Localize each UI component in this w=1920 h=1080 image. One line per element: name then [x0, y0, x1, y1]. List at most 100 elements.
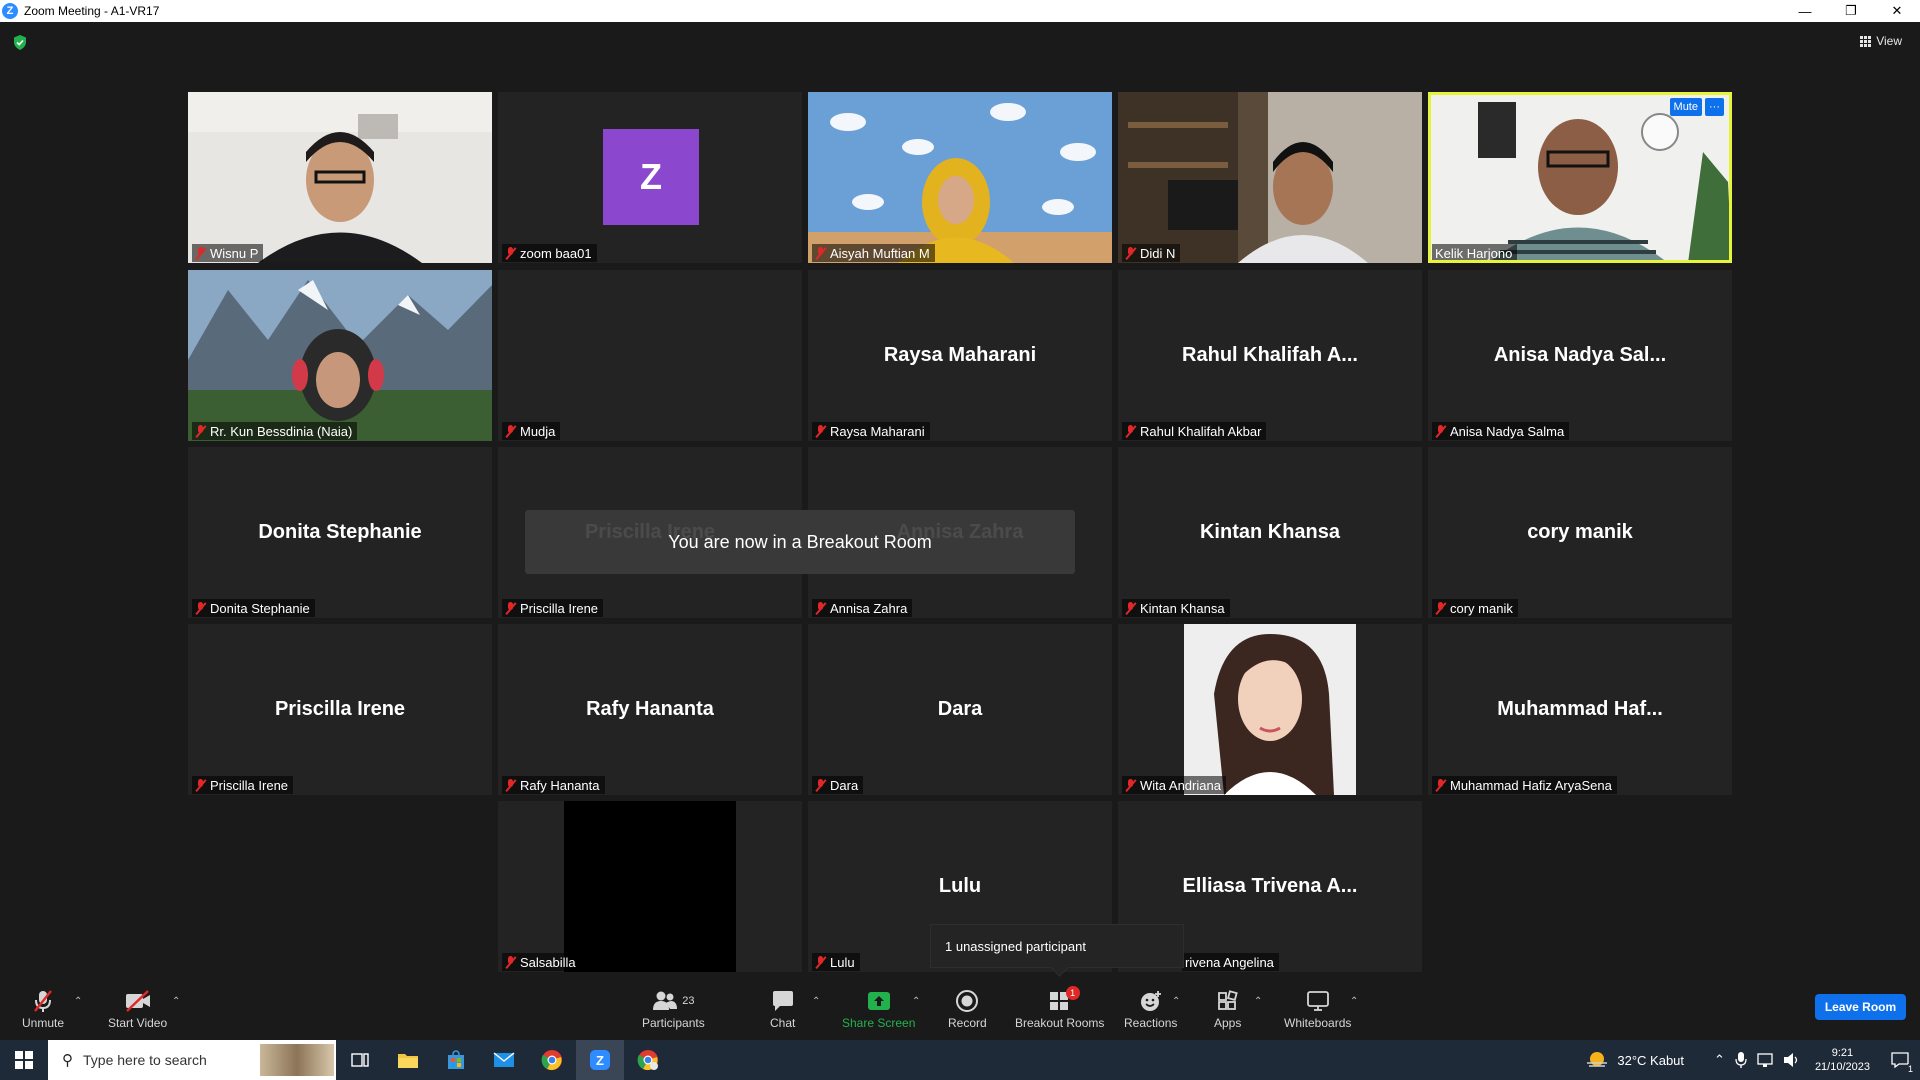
mic-muted-icon	[195, 601, 206, 615]
microsoft-store-icon[interactable]	[432, 1040, 480, 1080]
video-options-caret-icon[interactable]: ⌃	[172, 996, 180, 1007]
participant-tile[interactable]: Donita Stephanie Donita Stephanie	[188, 447, 492, 618]
breakout-room-notification: You are now in a Breakout Room	[525, 510, 1075, 574]
meeting-area: View Wisnu P Z zoom baa01 Aisyah Muftian…	[0, 22, 1920, 980]
participant-tile[interactable]: cory manik cory manik	[1428, 447, 1732, 618]
zoom-taskbar-icon[interactable]: Z	[576, 1040, 624, 1080]
taskbar-search-input[interactable]: ⚲ Type here to search	[48, 1040, 336, 1080]
participant-tile[interactable]: Didi N	[1118, 92, 1422, 263]
participant-name-label: Didi N	[1122, 244, 1181, 262]
chrome-profile-icon[interactable]	[624, 1040, 672, 1080]
participant-name-label: Muhammad Hafiz AryaSena	[1432, 776, 1617, 794]
mic-muted-icon	[505, 778, 516, 792]
audio-options-caret-icon[interactable]: ⌃	[74, 996, 82, 1007]
restore-button[interactable]: ❐	[1828, 0, 1874, 22]
mic-muted-icon	[815, 778, 826, 792]
participant-name-label: Salsabilla	[502, 953, 581, 971]
window-titlebar: Z Zoom Meeting - A1-VR17 — ❐ ✕	[0, 0, 1920, 22]
whiteboards-button[interactable]: Whiteboards	[1284, 988, 1351, 1030]
weather-text[interactable]: 32°C Kabut	[1617, 1053, 1684, 1068]
participant-name-label: Donita Stephanie	[192, 599, 315, 617]
participant-tile[interactable]: Muhammad Haf... Muhammad Hafiz AryaSena	[1428, 624, 1732, 795]
participant-tile[interactable]: Anisa Nadya Sal... Anisa Nadya Salma	[1428, 270, 1732, 441]
file-explorer-icon[interactable]	[384, 1040, 432, 1080]
windows-taskbar: ⚲ Type here to search Z 32°C Kabut ⌃ 9:2…	[0, 1040, 1920, 1080]
mic-muted-icon	[1435, 424, 1446, 438]
mic-muted-icon	[195, 778, 206, 792]
taskbar-clock[interactable]: 9:21 21/10/2023	[1815, 1046, 1870, 1074]
breakout-rooms-icon: 1	[1048, 986, 1080, 1014]
encryption-shield-icon[interactable]	[13, 35, 27, 50]
action-center-button[interactable]: 1	[1880, 1040, 1920, 1080]
participant-tile[interactable]: Rafy Hananta Rafy Hananta	[498, 624, 802, 795]
show-hidden-icons-caret-icon[interactable]: ⌃	[1714, 1052, 1725, 1068]
view-button[interactable]: View	[1860, 34, 1902, 48]
mic-muted-icon	[1435, 601, 1446, 615]
mail-icon[interactable]	[480, 1040, 528, 1080]
participants-label: Participants	[642, 1016, 705, 1030]
unmute-button[interactable]: Unmute	[22, 988, 64, 1030]
whiteboards-label: Whiteboards	[1284, 1016, 1352, 1030]
participant-name-label: Wisnu P	[192, 244, 264, 262]
participant-tile[interactable]: Wita Andriana	[1118, 624, 1422, 795]
mic-muted-icon	[505, 424, 516, 438]
mic-muted-icon	[815, 601, 826, 615]
participant-video	[808, 92, 1112, 263]
participant-tile[interactable]: Kintan Khansa Kintan Khansa	[1118, 447, 1422, 618]
share-options-caret-icon[interactable]: ⌃	[912, 996, 920, 1007]
breakout-rooms-button[interactable]: 1 Breakout Rooms	[1015, 986, 1104, 1030]
chrome-icon[interactable]	[528, 1040, 576, 1080]
participant-display-name: Raysa Maharani	[883, 344, 1037, 366]
start-video-button[interactable]: Start Video	[108, 988, 167, 1030]
share-screen-button[interactable]: Share Screen	[842, 988, 915, 1030]
leave-room-button[interactable]: Leave Room	[1815, 994, 1906, 1020]
task-view-icon[interactable]	[336, 1040, 384, 1080]
clock-date: 21/10/2023	[1814, 1061, 1870, 1073]
participant-tile-active-speaker[interactable]: Mute ··· Kelik Harjono	[1428, 92, 1732, 263]
participant-tile[interactable]: Mudja	[498, 270, 802, 441]
participant-tile[interactable]: Salsabilla	[498, 801, 802, 972]
reactions-button[interactable]: Reactions	[1124, 988, 1177, 1030]
participant-display-name: Donita Stephanie	[258, 521, 422, 543]
close-button[interactable]: ✕	[1874, 0, 1920, 22]
participant-display-name: Priscilla Irene	[274, 698, 406, 720]
participant-tile[interactable]: Dara Dara	[808, 624, 1112, 795]
participant-tile[interactable]: Wisnu P	[188, 92, 492, 263]
mute-participant-button[interactable]: Mute	[1669, 98, 1702, 116]
participant-name-label: Annisa Zahra	[812, 599, 913, 617]
mic-muted-icon	[815, 955, 826, 969]
participant-tile[interactable]: Rahul Khalifah A... Rahul Khalifah Akbar	[1118, 270, 1422, 441]
start-video-label: Start Video	[108, 1016, 168, 1030]
more-options-button[interactable]: ···	[1705, 98, 1724, 116]
system-tray: 32°C Kabut ⌃ 9:21 21/10/2023 1	[1585, 1040, 1920, 1080]
participant-display-name: Anisa Nadya Sal...	[1493, 344, 1667, 366]
participant-tile[interactable]: Aisyah Muftian M	[808, 92, 1112, 263]
network-icon[interactable]	[1757, 1052, 1775, 1068]
participant-tile[interactable]: Priscilla Irene Priscilla Irene	[188, 624, 492, 795]
start-button[interactable]	[0, 1040, 48, 1080]
participant-video-black	[564, 801, 736, 972]
record-button[interactable]: Record	[948, 988, 987, 1030]
participant-display-name: Kintan Khansa	[1199, 521, 1341, 543]
participant-name-label: zoom baa01	[502, 244, 597, 262]
participant-video	[1118, 92, 1422, 263]
reactions-options-caret-icon[interactable]: ⌃	[1172, 996, 1180, 1007]
minimize-button[interactable]: —	[1782, 0, 1828, 22]
weather-hazy-icon	[1587, 1052, 1608, 1067]
participant-name-label: Raysa Maharani	[812, 422, 930, 440]
chat-button[interactable]: Chat	[770, 988, 795, 1030]
apps-options-caret-icon[interactable]: ⌃	[1254, 996, 1262, 1007]
chat-options-caret-icon[interactable]: ⌃	[812, 996, 820, 1007]
participant-tile[interactable]: Raysa Maharani Raysa Maharani	[808, 270, 1112, 441]
participant-tile[interactable]: Z zoom baa01	[498, 92, 802, 263]
windows-logo-icon	[15, 1051, 33, 1069]
apps-label: Apps	[1214, 1016, 1242, 1030]
participant-tile[interactable]: Rr. Kun Bessdinia (Naia)	[188, 270, 492, 441]
zoom-logo-icon: Z	[2, 3, 18, 19]
apps-button[interactable]: Apps	[1214, 988, 1241, 1030]
volume-icon[interactable]	[1783, 1052, 1801, 1068]
participants-button[interactable]: 23 Participants	[642, 988, 705, 1030]
participant-name-label: Lulu	[812, 953, 860, 971]
microphone-icon[interactable]	[1735, 1052, 1747, 1068]
whiteboards-options-caret-icon[interactable]: ⌃	[1350, 996, 1358, 1007]
